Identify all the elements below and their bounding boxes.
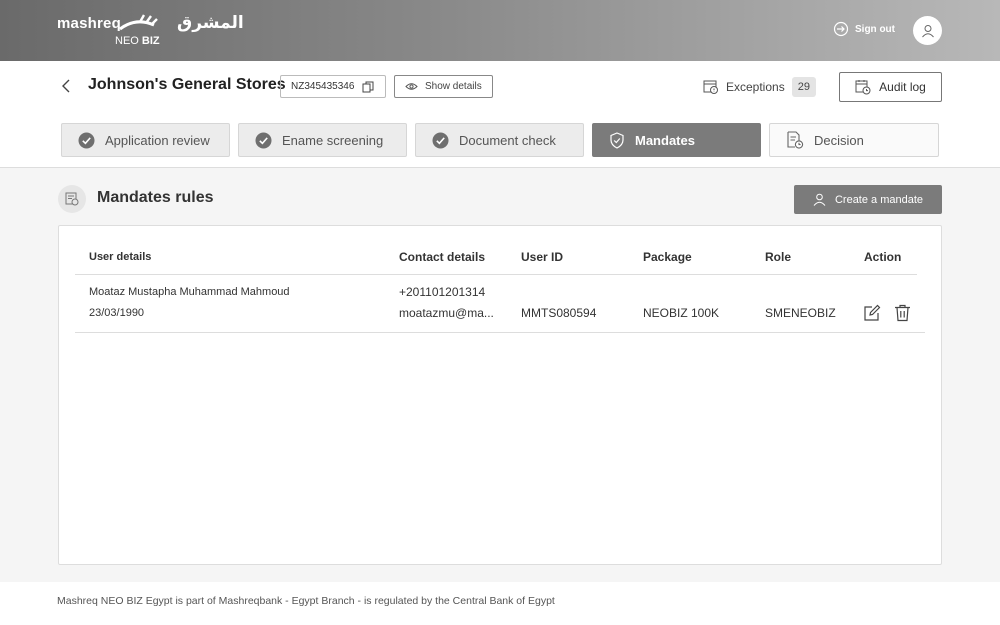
document-clock-icon xyxy=(787,131,804,149)
reference-id-chip[interactable]: NZ345435346 xyxy=(280,75,386,98)
header-divider xyxy=(75,274,917,275)
step-mandates[interactable]: Mandates xyxy=(592,123,761,157)
show-details-button[interactable]: Show details xyxy=(394,75,493,98)
logo-rays-icon xyxy=(119,14,158,31)
column-header-contact-details[interactable]: Contact details xyxy=(399,250,485,264)
delete-button[interactable] xyxy=(894,304,911,327)
logo-arabic-text: المشرق xyxy=(177,13,244,33)
sign-out-button[interactable]: Sign out xyxy=(833,21,895,37)
process-stepper: Application review Ename screening Docum… xyxy=(0,113,1000,168)
audit-log-button[interactable]: Audit log xyxy=(839,72,942,102)
calendar-clock-icon xyxy=(855,80,871,95)
mandates-table: User details Contact details User ID Pac… xyxy=(58,225,942,565)
shield-check-icon xyxy=(610,131,624,149)
step-application-review[interactable]: Application review xyxy=(61,123,230,157)
step-label: Decision xyxy=(814,132,864,148)
check-circle-icon xyxy=(432,132,449,148)
mandates-rules-icon xyxy=(65,192,79,206)
back-button[interactable] xyxy=(60,78,72,99)
step-decision[interactable]: Decision xyxy=(769,123,939,157)
logo-sub-prefix: NEO xyxy=(115,35,139,47)
exceptions-label: Exceptions xyxy=(726,80,785,94)
avatar[interactable] xyxy=(913,16,942,45)
create-mandate-button[interactable]: Create a mandate xyxy=(794,185,942,214)
user-icon xyxy=(813,193,826,206)
top-header: mashreq المشرق NEO BIZ Sign out xyxy=(0,0,1000,61)
user-id: MMTS080594 xyxy=(521,306,597,320)
show-details-label: Show details xyxy=(425,81,482,92)
section-icon-wrapper xyxy=(58,185,86,213)
exceptions-button[interactable]: Exceptions 29 xyxy=(703,77,816,97)
create-mandate-label: Create a mandate xyxy=(834,193,924,206)
step-label: Application review xyxy=(105,132,210,148)
main-content: Mandates rules Create a mandate User det… xyxy=(0,168,1000,582)
column-header-user-details[interactable]: User details xyxy=(89,251,151,263)
step-label: Mandates xyxy=(635,132,695,148)
sign-out-label: Sign out xyxy=(855,23,895,35)
row-divider xyxy=(75,332,925,333)
trash-icon xyxy=(895,304,910,322)
user-email: moatazmu@ma... xyxy=(399,306,494,320)
title-bar: Johnson's General Stores NZ345435346 Sho… xyxy=(0,61,1000,113)
user-icon xyxy=(921,24,934,37)
column-header-user-id[interactable]: User ID xyxy=(521,250,563,264)
user-name: Moataz Mustapha Muhammad Mahmoud xyxy=(89,286,290,298)
page-title: Johnson's General Stores xyxy=(88,76,286,93)
step-document-check[interactable]: Document check xyxy=(415,123,584,157)
reference-id: NZ345435346 xyxy=(291,81,355,92)
audit-log-label: Audit log xyxy=(879,80,926,94)
column-header-role[interactable]: Role xyxy=(765,250,791,264)
edit-icon xyxy=(864,304,881,321)
user-role: SMENEOBIZ xyxy=(765,306,836,320)
step-label: Document check xyxy=(459,132,556,148)
column-header-package[interactable]: Package xyxy=(643,250,692,264)
section-title: Mandates rules xyxy=(97,189,214,206)
logo-brand-text: mashreq xyxy=(57,15,121,32)
eye-icon xyxy=(405,83,418,90)
step-ename-screening[interactable]: Ename screening xyxy=(238,123,407,157)
user-phone: +201101201314 xyxy=(399,285,486,299)
logo-sub-bold: BIZ xyxy=(141,35,160,47)
check-circle-icon xyxy=(255,132,272,148)
column-header-action: Action xyxy=(864,250,902,264)
user-package: NEOBIZ 100K xyxy=(643,306,720,320)
sign-out-icon xyxy=(833,21,849,37)
check-circle-icon xyxy=(78,132,95,148)
user-dob: 23/03/1990 xyxy=(89,307,145,319)
step-label: Ename screening xyxy=(282,132,384,148)
chevron-left-icon xyxy=(62,79,70,93)
exceptions-icon xyxy=(703,80,718,94)
logo-subtitle: NEO BIZ xyxy=(115,35,160,47)
footer-text: Mashreq NEO BIZ Egypt is part of Mashreq… xyxy=(57,595,555,607)
exceptions-count-badge: 29 xyxy=(791,77,816,97)
copy-icon xyxy=(362,81,374,92)
edit-button[interactable] xyxy=(863,304,881,327)
